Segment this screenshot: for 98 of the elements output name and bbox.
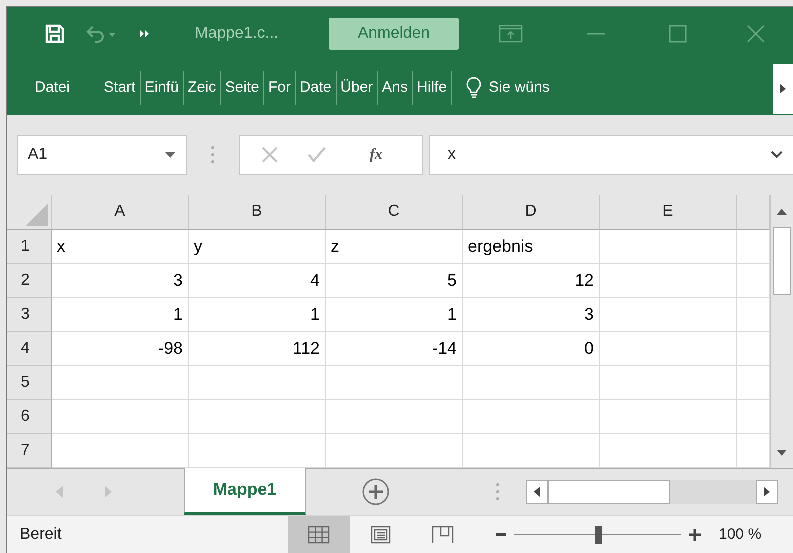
table-cell[interactable]: 1 (326, 298, 463, 332)
empty-cell[interactable] (463, 434, 600, 468)
row-header[interactable]: 3 (7, 298, 52, 332)
triangle-icon (26, 204, 48, 226)
scroll-left-icon[interactable] (534, 487, 540, 497)
scroll-down-icon[interactable] (777, 450, 787, 456)
ribbon-tab[interactable]: Date (296, 79, 336, 96)
table-cell[interactable]: 1 (189, 298, 326, 332)
table-cell[interactable]: ergebnis (463, 230, 600, 264)
grip-icon[interactable] (496, 483, 500, 501)
table-cell[interactable]: 12 (463, 264, 600, 298)
status-text: Bereit (20, 526, 63, 544)
column-header[interactable] (737, 195, 770, 230)
dropdown-icon (165, 152, 176, 158)
scroll-right-icon[interactable] (764, 487, 770, 497)
scroll-up-icon[interactable] (777, 209, 787, 215)
scroll-thumb[interactable] (773, 227, 791, 295)
table-cell[interactable]: z (326, 230, 463, 264)
column-header[interactable]: A (52, 195, 189, 230)
table-cell[interactable]: x (52, 230, 189, 264)
ribbon-display-icon[interactable] (499, 24, 523, 42)
column-header[interactable]: E (600, 195, 737, 230)
empty-cell[interactable] (326, 434, 463, 468)
maximize-icon[interactable] (669, 24, 687, 42)
grid-icon (308, 526, 330, 544)
empty-cell[interactable] (600, 230, 737, 264)
ribbon-tab[interactable]: Start (100, 79, 140, 96)
empty-cell[interactable] (189, 400, 326, 434)
table-cell[interactable]: -14 (326, 332, 463, 366)
ribbon-tab[interactable]: Seite (221, 79, 264, 96)
expand-icon (771, 151, 783, 159)
arrow-right-icon (780, 84, 786, 94)
add-sheet-icon[interactable] (362, 478, 390, 506)
table-cell[interactable]: 0 (463, 332, 600, 366)
horizontal-scrollbar[interactable] (526, 480, 778, 504)
empty-cell[interactable] (326, 366, 463, 400)
page-icon (371, 526, 391, 544)
sheet-tab[interactable]: Mappe1 (184, 468, 306, 515)
zoom-in-icon[interactable] (689, 528, 701, 540)
row-header[interactable]: 6 (7, 400, 52, 434)
row-header[interactable]: 2 (7, 264, 52, 298)
checkmark-icon[interactable] (308, 147, 326, 163)
empty-cell[interactable] (600, 264, 737, 298)
ribbon-tab[interactable]: Datei (31, 79, 74, 96)
row-header[interactable]: 7 (7, 434, 52, 468)
ribbon-tab[interactable]: For (264, 79, 295, 96)
row-header[interactable]: 1 (7, 230, 52, 264)
ribbon-tab[interactable]: Hilfe (413, 79, 452, 96)
grip-icon[interactable] (211, 146, 215, 164)
tell-me-field[interactable]: Sie wüns (452, 76, 554, 98)
table-cell[interactable]: 3 (463, 298, 600, 332)
window-title: Mappe1.c... (195, 24, 280, 42)
empty-cell[interactable] (463, 400, 600, 434)
page-break-icon (432, 526, 454, 544)
minimize-icon[interactable] (587, 32, 605, 34)
close-icon[interactable] (747, 24, 765, 42)
next-sheet-icon[interactable] (105, 486, 112, 498)
ribbon-tab[interactable]: Ans (378, 79, 412, 96)
scroll-thumb[interactable] (548, 480, 670, 504)
slider-thumb[interactable] (594, 526, 602, 544)
table-cell[interactable]: 112 (189, 332, 326, 366)
empty-cell[interactable] (326, 400, 463, 434)
table-cell[interactable]: 4 (189, 264, 326, 298)
formula-field[interactable]: x (429, 135, 793, 175)
table-cell[interactable]: -98 (52, 332, 189, 366)
more-icon[interactable] (139, 28, 151, 38)
cancel-icon[interactable] (262, 147, 278, 163)
column-header[interactable]: C (326, 195, 463, 230)
vertical-scrollbar[interactable] (770, 195, 793, 468)
table-cell[interactable]: 3 (52, 264, 189, 298)
ribbon-scroll-button[interactable] (773, 64, 793, 114)
table-cell[interactable]: y (189, 230, 326, 264)
ribbon-tab[interactable]: Einfü (140, 79, 183, 96)
zoom-out-icon[interactable] (496, 533, 506, 536)
column-header[interactable]: B (189, 195, 326, 230)
name-box[interactable]: A1 (17, 135, 187, 175)
empty-cell[interactable] (600, 366, 737, 400)
column-header[interactable]: D (463, 195, 600, 230)
empty-cell[interactable] (600, 298, 737, 332)
empty-cell[interactable] (600, 332, 737, 366)
empty-cell[interactable] (189, 366, 326, 400)
empty-cell[interactable] (600, 400, 737, 434)
table-cell[interactable]: 5 (326, 264, 463, 298)
ribbon-tab[interactable]: Über (336, 79, 378, 96)
insert-function-button[interactable]: fx (370, 146, 382, 164)
row-header[interactable]: 5 (7, 366, 52, 400)
select-all-corner[interactable] (7, 195, 52, 230)
undo-icon[interactable] (85, 24, 119, 42)
empty-cell[interactable] (600, 434, 737, 468)
table-cell[interactable]: 1 (52, 298, 189, 332)
ribbon-tab[interactable]: Zeic (184, 79, 220, 96)
row-header[interactable]: 4 (7, 332, 52, 366)
normal-view-button[interactable] (288, 516, 350, 553)
save-icon[interactable] (45, 24, 65, 44)
previous-sheet-icon[interactable] (56, 486, 63, 498)
zoom-level[interactable]: 100 % (719, 526, 762, 543)
lightbulb-icon (466, 76, 482, 98)
empty-cell[interactable] (463, 366, 600, 400)
